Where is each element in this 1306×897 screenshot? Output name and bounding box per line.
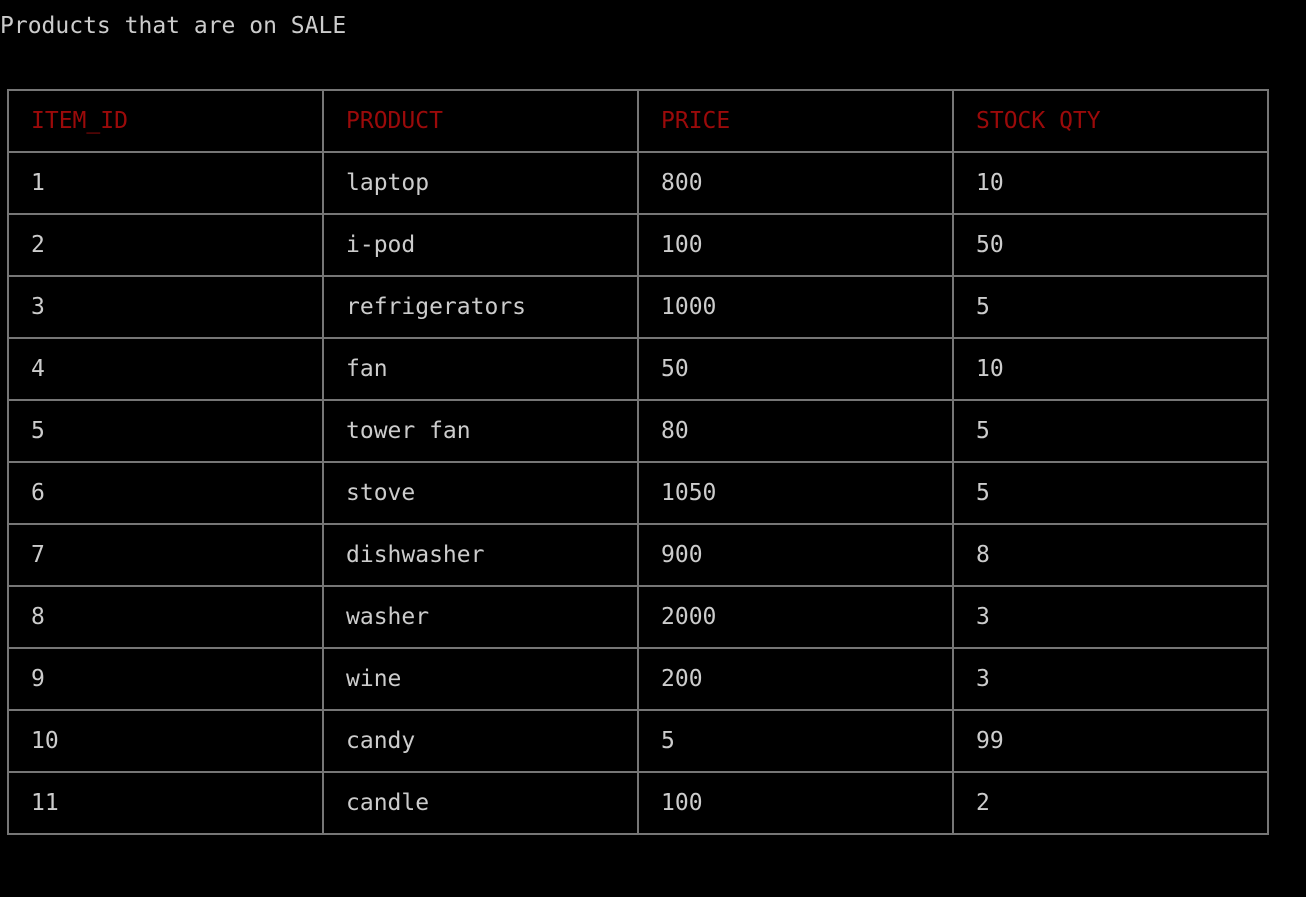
table-row: 2 i-pod 100 50 xyxy=(7,213,1269,277)
cell-price: 5 xyxy=(637,709,954,773)
cell-item-id: 8 xyxy=(7,585,324,649)
table-row: 5 tower fan 80 5 xyxy=(7,399,1269,463)
table-row: 8 washer 2000 3 xyxy=(7,585,1269,649)
cell-stock-qty: 10 xyxy=(952,337,1269,401)
cell-item-id: 10 xyxy=(7,709,324,773)
cell-price: 100 xyxy=(637,771,954,835)
cell-product: laptop xyxy=(322,151,639,215)
cell-price: 900 xyxy=(637,523,954,587)
header-item-id: ITEM_ID xyxy=(7,89,324,153)
cell-product: tower fan xyxy=(322,399,639,463)
cell-price: 1050 xyxy=(637,461,954,525)
header-product: PRODUCT xyxy=(322,89,639,153)
cell-price: 80 xyxy=(637,399,954,463)
cell-item-id: 2 xyxy=(7,213,324,277)
cell-stock-qty: 3 xyxy=(952,585,1269,649)
products-table: ITEM_ID PRODUCT PRICE STOCK QTY 1 laptop 8… xyxy=(7,89,1269,835)
cell-stock-qty: 50 xyxy=(952,213,1269,277)
cell-item-id: 3 xyxy=(7,275,324,339)
page-title: Products that are on SALE xyxy=(0,13,347,39)
cell-price: 2000 xyxy=(637,585,954,649)
cell-price: 100 xyxy=(637,213,954,277)
table-row: 3 refrigerators 1000 5 xyxy=(7,275,1269,339)
cell-item-id: 9 xyxy=(7,647,324,711)
table-header-row: ITEM_ID PRODUCT PRICE STOCK QTY xyxy=(7,89,1269,153)
cell-product: candy xyxy=(322,709,639,773)
cell-stock-qty: 5 xyxy=(952,399,1269,463)
cell-product: candle xyxy=(322,771,639,835)
table-row: 1 laptop 800 10 xyxy=(7,151,1269,215)
cell-price: 50 xyxy=(637,337,954,401)
cell-item-id: 5 xyxy=(7,399,324,463)
cell-stock-qty: 3 xyxy=(952,647,1269,711)
table-body: 1 laptop 800 10 2 i-pod 100 50 3 refrigerators 100… xyxy=(7,151,1269,835)
cell-stock-qty: 10 xyxy=(952,151,1269,215)
cell-stock-qty: 99 xyxy=(952,709,1269,773)
cell-stock-qty: 2 xyxy=(952,771,1269,835)
table-row: 9 wine 200 3 xyxy=(7,647,1269,711)
table-row: 4 fan 50 10 xyxy=(7,337,1269,401)
header-price: PRICE xyxy=(637,89,954,153)
cell-price: 200 xyxy=(637,647,954,711)
cell-price: 1000 xyxy=(637,275,954,339)
cell-product: stove xyxy=(322,461,639,525)
cell-item-id: 4 xyxy=(7,337,324,401)
cell-item-id: 7 xyxy=(7,523,324,587)
cell-product: wine xyxy=(322,647,639,711)
cell-stock-qty: 8 xyxy=(952,523,1269,587)
cell-product: fan xyxy=(322,337,639,401)
cell-item-id: 11 xyxy=(7,771,324,835)
cell-product: i-pod xyxy=(322,213,639,277)
cell-stock-qty: 5 xyxy=(952,275,1269,339)
cell-product: dishwasher xyxy=(322,523,639,587)
cell-item-id: 6 xyxy=(7,461,324,525)
cell-stock-qty: 5 xyxy=(952,461,1269,525)
table-row: 10 candy 5 99 xyxy=(7,709,1269,773)
table-row: 6 stove 1050 5 xyxy=(7,461,1269,525)
table-row: 7 dishwasher 900 8 xyxy=(7,523,1269,587)
cell-product: refrigerators xyxy=(322,275,639,339)
cell-item-id: 1 xyxy=(7,151,324,215)
table-row: 11 candle 100 2 xyxy=(7,771,1269,835)
cell-price: 800 xyxy=(637,151,954,215)
header-stock-qty: STOCK QTY xyxy=(952,89,1269,153)
cell-product: washer xyxy=(322,585,639,649)
